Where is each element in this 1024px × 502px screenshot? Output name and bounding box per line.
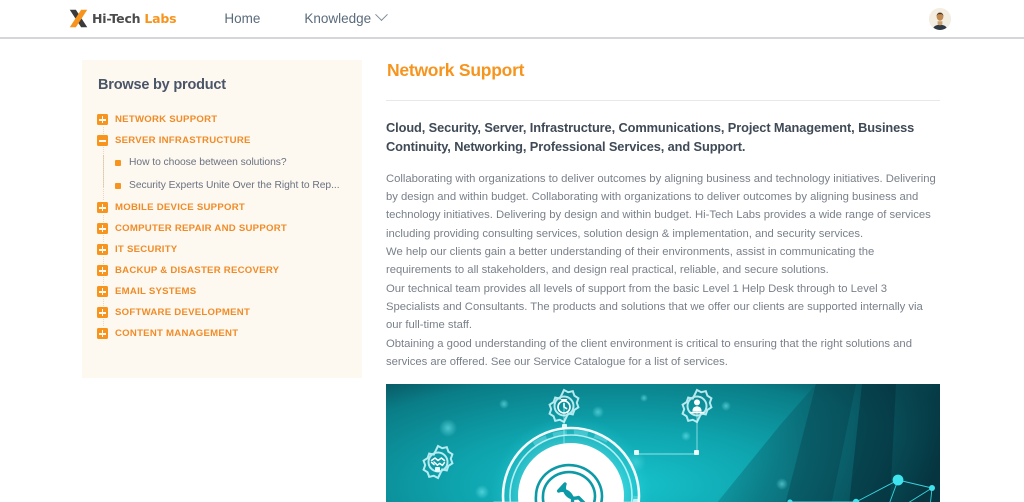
hero-illustration [386, 384, 940, 502]
sidebar-item-label: COMPUTER REPAIR AND SUPPORT [115, 223, 287, 234]
nav-item-knowledge[interactable]: Knowledge [282, 5, 408, 32]
sidebar-item-label: BACKUP & DISASTER RECOVERY [115, 265, 280, 276]
page-body: Browse by product NETWORK SUPPORT SERVER … [0, 39, 1024, 502]
sidebar-item-label: NETWORK SUPPORT [115, 114, 218, 125]
sidebar-subitem-label: Security Experts Unite Over the Right to… [129, 180, 340, 191]
site-header: Hi-Tech Labs Home Knowledge [0, 0, 1024, 39]
page-title: Network Support [387, 60, 525, 80]
chevron-down-icon [375, 7, 389, 21]
expand-plus-icon[interactable] [97, 223, 108, 234]
x-logo-icon [68, 8, 89, 29]
sidebar-item-label: IT SECURITY [115, 244, 178, 255]
lead-paragraph: Cloud, Security, Server, Infrastructure,… [386, 120, 915, 154]
sidebar-item-computer-repair-and-support[interactable]: COMPUTER REPAIR AND SUPPORT [97, 218, 342, 239]
sidebar-item-label: EMAIL SYSTEMS [115, 286, 197, 297]
body-paragraph: Collaborating with organizations to deli… [386, 172, 936, 240]
expand-plus-icon[interactable] [97, 328, 108, 339]
bullet-square-icon [115, 159, 121, 166]
sidebar-subitems: How to choose between solutions? Security… [102, 151, 342, 197]
expand-plus-icon[interactable] [97, 114, 108, 125]
sidebar-item-backup-disaster-recovery[interactable]: BACKUP & DISASTER RECOVERY [97, 260, 342, 281]
logo-name-primary: Hi-Tech [92, 11, 141, 26]
body-paragraph: We help our clients gain a better unders… [386, 246, 875, 277]
product-tree: NETWORK SUPPORT SERVER INFRASTRUCTURE How … [97, 109, 342, 344]
expand-plus-icon[interactable] [97, 244, 108, 255]
body-paragraph: Obtaining a good understanding of the cl… [386, 337, 912, 368]
collapse-minus-icon[interactable] [97, 135, 108, 146]
site-logo[interactable]: Hi-Tech Labs [68, 8, 177, 29]
expand-plus-icon[interactable] [97, 265, 108, 276]
nav-item-knowledge-label: Knowledge [304, 11, 372, 26]
sidebar-item-label: SERVER INFRASTRUCTURE [115, 135, 251, 146]
sidebar-subitem[interactable]: Security Experts Unite Over the Right to… [115, 174, 342, 197]
nav-item-home-label: Home [224, 11, 261, 26]
body-paragraphs: Collaborating with organizations to deli… [386, 170, 940, 371]
body-paragraph: Our technical team provides all levels o… [386, 282, 923, 332]
sidebar-item-software-development[interactable]: SOFTWARE DEVELOPMENT [97, 302, 342, 323]
sidebar-item-label: CONTENT MANAGEMENT [115, 328, 239, 339]
sidebar-subitem[interactable]: How to choose between solutions? [115, 151, 342, 174]
browse-by-product-sidebar: Browse by product NETWORK SUPPORT SERVER … [82, 60, 362, 378]
bullet-square-icon [115, 182, 121, 189]
tech-support-hero-image [386, 384, 940, 502]
user-avatar[interactable] [929, 8, 951, 30]
sidebar-subitem-label: How to choose between solutions? [129, 157, 287, 168]
sidebar-item-server-infrastructure[interactable]: SERVER INFRASTRUCTURE [97, 130, 342, 151]
sidebar-item-mobile-device-support[interactable]: MOBILE DEVICE SUPPORT [97, 197, 342, 218]
sidebar-item-label: SOFTWARE DEVELOPMENT [115, 307, 251, 318]
sidebar-title: Browse by product [98, 77, 226, 93]
expand-plus-icon[interactable] [97, 307, 108, 318]
sidebar-item-it-security[interactable]: IT SECURITY [97, 239, 342, 260]
logo-text: Hi-Tech Labs [92, 11, 177, 26]
nav-item-home[interactable]: Home [202, 5, 282, 32]
title-divider [386, 100, 940, 101]
main-nav: Home Knowledge [202, 5, 408, 32]
sidebar-item-label: MOBILE DEVICE SUPPORT [115, 202, 245, 213]
sidebar-item-network-support[interactable]: NETWORK SUPPORT [97, 109, 342, 130]
expand-plus-icon[interactable] [97, 286, 108, 297]
expand-plus-icon[interactable] [97, 202, 108, 213]
logo-name-accent: Labs [144, 11, 177, 26]
main-content: Network Support Cloud, Security, Server,… [386, 60, 940, 502]
sidebar-item-content-management[interactable]: CONTENT MANAGEMENT [97, 323, 342, 344]
sidebar-item-email-systems[interactable]: EMAIL SYSTEMS [97, 281, 342, 302]
